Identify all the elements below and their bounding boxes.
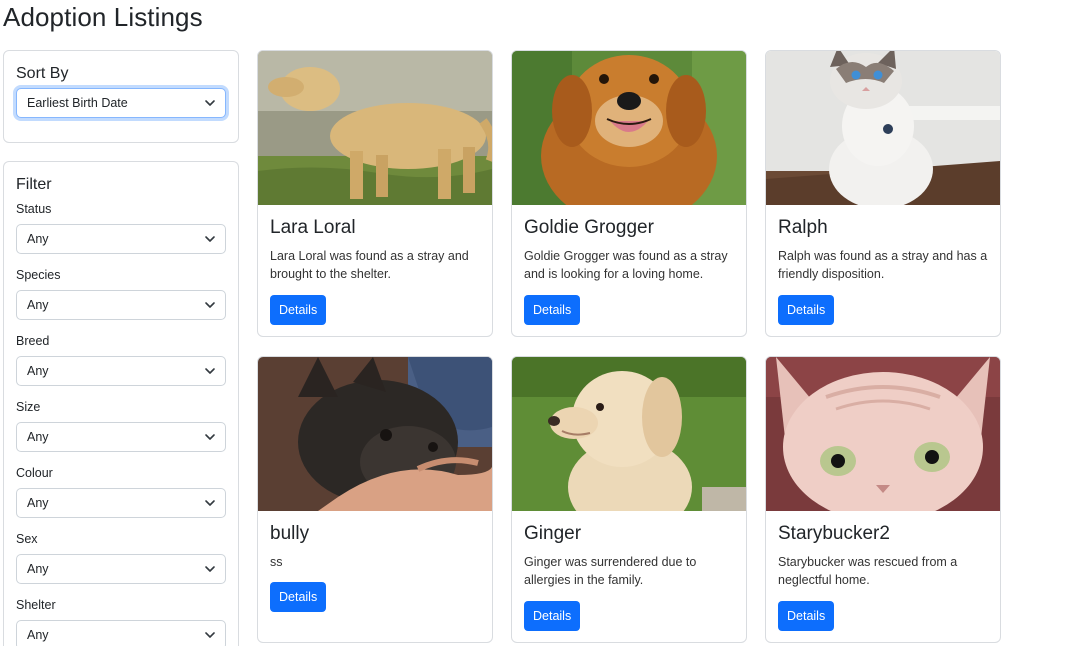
pet-description: Ralph was found as a stray and has a fri… (778, 249, 988, 281)
pet-photo (512, 51, 746, 205)
colour-select-value: Any (27, 496, 49, 510)
sort-select-value: Earliest Birth Date (27, 96, 128, 110)
shelter-select-value: Any (27, 628, 49, 642)
sort-title: Sort By (16, 65, 69, 82)
pet-description: Ginger was surrendered due to allergies … (524, 555, 697, 587)
chevron-down-icon (205, 302, 215, 308)
pet-photo (258, 51, 492, 205)
chevron-down-icon (205, 434, 215, 440)
pet-photo (512, 357, 746, 511)
listing-card: Ralph Ralph was found as a stray and has… (765, 50, 1001, 337)
filter-label-colour: Colour (16, 466, 53, 480)
details-button[interactable]: Details (270, 582, 327, 612)
breed-select-value: Any (27, 364, 49, 378)
chevron-down-icon (205, 566, 215, 572)
pet-description: Goldie Grogger was found as a stray and … (524, 249, 728, 281)
filter-label-breed: Breed (16, 334, 50, 348)
colour-select[interactable]: Any (16, 488, 226, 518)
chevron-down-icon (205, 632, 215, 638)
pet-name: Ralph (778, 217, 828, 238)
sex-select[interactable]: Any (16, 554, 226, 584)
listing-card: bully ss Details (257, 356, 493, 643)
chevron-down-icon (205, 236, 215, 242)
chevron-down-icon (205, 368, 215, 374)
filter-label-status: Status (16, 202, 52, 216)
filter-label-species: Species (16, 268, 61, 282)
page-title: Adoption Listings (3, 2, 203, 32)
pet-photo (766, 357, 1000, 511)
pet-name: Goldie Grogger (524, 217, 654, 238)
pet-photo (766, 51, 1000, 205)
pet-name: Starybucker2 (778, 523, 890, 544)
chevron-down-icon (205, 500, 215, 506)
listing-card: Starybucker2 Starybucker was rescued fro… (765, 356, 1001, 643)
pet-description: ss (270, 555, 283, 569)
pet-description: Lara Loral was found as a stray and brou… (270, 249, 469, 281)
sort-select[interactable]: Earliest Birth Date (16, 88, 226, 118)
size-select[interactable]: Any (16, 422, 226, 452)
filter-label-shelter: Shelter (16, 598, 56, 612)
listing-card: Ginger Ginger was surrendered due to all… (511, 356, 747, 643)
pet-name: Ginger (524, 523, 582, 544)
pet-description: Starybucker was rescued from a neglectfu… (778, 555, 958, 587)
species-select-value: Any (27, 298, 49, 312)
chevron-down-icon (205, 100, 215, 106)
filter-label-sex: Sex (16, 532, 38, 546)
details-button[interactable]: Details (778, 295, 835, 325)
filter-label-size: Size (16, 400, 41, 414)
pet-name: bully (270, 523, 310, 544)
details-button[interactable]: Details (524, 601, 581, 631)
status-select[interactable]: Any (16, 224, 226, 254)
status-select-value: Any (27, 232, 49, 246)
details-button[interactable]: Details (524, 295, 581, 325)
species-select[interactable]: Any (16, 290, 226, 320)
sex-select-value: Any (27, 562, 49, 576)
details-button[interactable]: Details (778, 601, 835, 631)
details-button[interactable]: Details (270, 295, 327, 325)
sort-panel: Sort By Earliest Birth Date (3, 50, 239, 143)
shelter-select[interactable]: Any (16, 620, 226, 646)
listing-card: Lara Loral Lara Loral was found as a str… (257, 50, 493, 337)
breed-select[interactable]: Any (16, 356, 226, 386)
filter-panel: Filter Status Any Species Any Breed Any … (3, 161, 239, 646)
size-select-value: Any (27, 430, 49, 444)
pet-photo (258, 357, 492, 511)
pet-name: Lara Loral (270, 217, 356, 238)
filter-title: Filter (16, 176, 52, 193)
listing-card: Goldie Grogger Goldie Grogger was found … (511, 50, 747, 337)
